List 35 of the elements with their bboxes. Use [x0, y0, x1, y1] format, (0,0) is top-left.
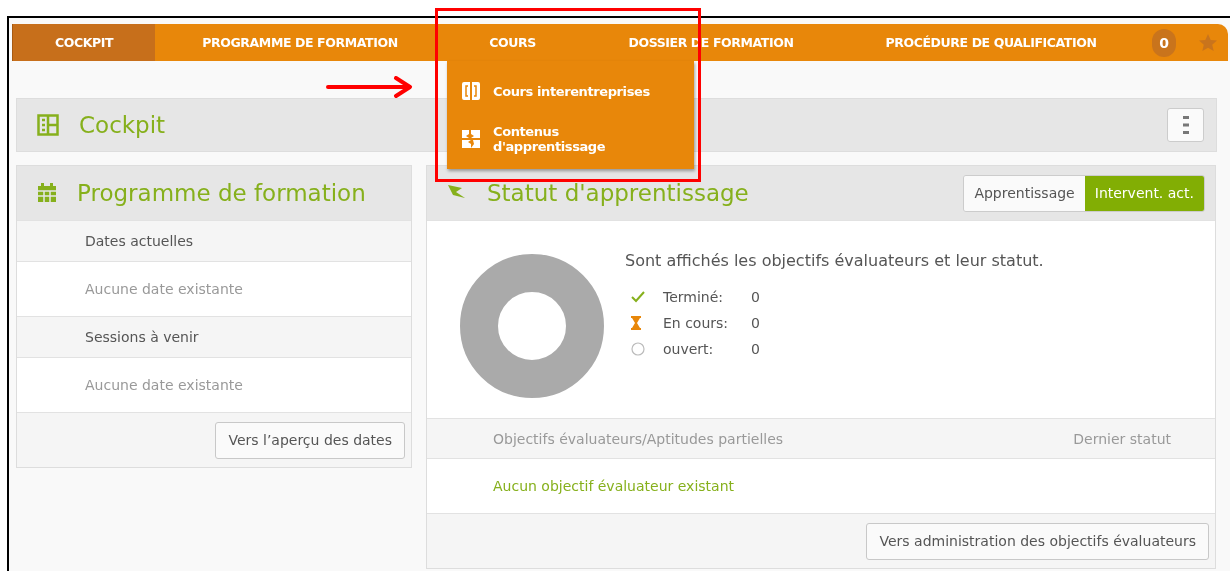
menu-item[interactable]: Contenus d'apprentissage	[447, 115, 694, 163]
menu-item[interactable]: Cours interentreprises	[447, 67, 694, 115]
section-heading: Dates actuelles	[17, 220, 411, 261]
document-icon	[461, 81, 481, 101]
column-header: Dernier statut	[1073, 430, 1171, 447]
kebab-menu-icon	[1182, 115, 1189, 135]
legend-value: 0	[751, 341, 761, 357]
toggle-button[interactable]: Apprentissage	[964, 175, 1085, 211]
nav-tab[interactable]: PROCÉDURE DE QUALIFICATION	[842, 24, 1140, 61]
dates-overview-button[interactable]: Vers l’aperçu des dates	[215, 421, 405, 459]
card-title: Programme de formation	[77, 180, 366, 206]
calendar-icon	[37, 183, 57, 203]
star-icon[interactable]	[1198, 32, 1218, 53]
page-title: Cockpit	[79, 112, 166, 138]
legend-value: 0	[751, 315, 761, 331]
legend-value: 0	[751, 289, 761, 305]
nav-tab[interactable]: COCKPIT	[12, 24, 155, 61]
check-icon	[631, 291, 645, 303]
nav-tab[interactable]: PROGRAMME DE FORMATION	[155, 24, 445, 61]
circle-icon	[631, 342, 645, 356]
section-heading: Sessions à venir	[17, 316, 411, 357]
legend-label: ouvert:	[663, 341, 715, 357]
layout-icon	[37, 114, 59, 136]
column-header: Objectifs évaluateurs/Aptitudes partielles	[493, 430, 784, 447]
objectives-admin-button[interactable]: Vers administration des objectifs évaluateurs	[866, 522, 1209, 560]
nav-tab[interactable]: COURS	[445, 24, 580, 61]
counter-badge: 0	[1152, 28, 1176, 57]
card-title: Statut d'apprentissage	[487, 180, 749, 206]
hourglass-icon	[631, 316, 641, 330]
blocks-icon	[461, 129, 481, 149]
legend-label: Terminé:	[663, 289, 725, 305]
legend-label: En cours:	[663, 315, 730, 331]
description-text: Sont affichés les objectifs évaluateurs et leur statut.	[625, 251, 1044, 270]
toggle-button[interactable]: Intervent. act.	[1084, 175, 1204, 211]
more-options-button[interactable]	[1167, 108, 1204, 142]
